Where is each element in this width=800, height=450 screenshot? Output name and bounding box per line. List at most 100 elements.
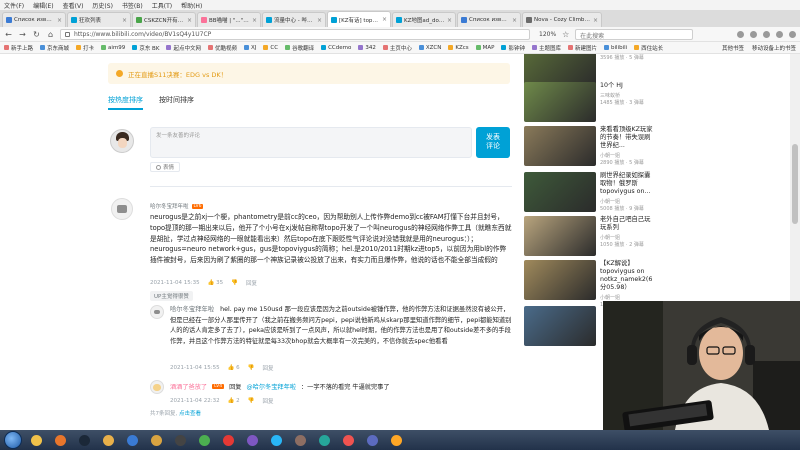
browser-tab[interactable]: CSKZCN开有他的共享 - Ks× bbox=[132, 12, 196, 27]
browser-tab[interactable]: BB喵喵 | "..."|>口 予积× bbox=[197, 12, 261, 27]
bookmark-item[interactable]: 342 bbox=[358, 45, 376, 51]
video-thumbnail[interactable] bbox=[524, 172, 596, 212]
recommend-card[interactable]: 刷世界纪录如探囊取物！俄罗斯topoviygus on... 小朝一姐 5008 播… bbox=[524, 172, 656, 214]
menu-tools[interactable]: 工具(T) bbox=[152, 1, 172, 10]
reply-button[interactable]: 回复 bbox=[263, 397, 274, 405]
video-thumbnail[interactable] bbox=[524, 126, 596, 166]
browser-tab[interactable]: KZ地图ad_downstairs开拓× bbox=[392, 12, 456, 27]
bookmark-item[interactable]: MAP bbox=[475, 45, 494, 51]
close-tab-icon[interactable]: × bbox=[122, 17, 127, 24]
browser-tab-active[interactable]: [KZ有话] topoviygus...× bbox=[327, 11, 391, 27]
close-tab-icon[interactable]: × bbox=[447, 17, 452, 24]
taskbar-item[interactable] bbox=[170, 432, 190, 448]
menu-bookmarks[interactable]: 书签(B) bbox=[122, 1, 143, 10]
bookmark-item[interactable]: 优酷视频 bbox=[207, 44, 237, 52]
taskbar-item[interactable] bbox=[146, 432, 166, 448]
search-input[interactable]: 在此搜索 bbox=[575, 28, 694, 40]
star-icon[interactable]: ☆ bbox=[561, 30, 570, 39]
taskbar-item[interactable] bbox=[122, 432, 142, 448]
bookmark-item[interactable]: 影钟钟 bbox=[501, 44, 525, 52]
close-tab-icon[interactable]: × bbox=[187, 17, 192, 24]
extension-icon[interactable] bbox=[763, 30, 770, 38]
taskbar-item[interactable] bbox=[98, 432, 118, 448]
bookmark-item[interactable]: CCdemo bbox=[321, 45, 351, 51]
recommend-title[interactable]: 刷世界纪录如探囊取物！俄罗斯topoviygus on... bbox=[600, 172, 656, 196]
reply-button[interactable]: 回复 bbox=[263, 364, 274, 372]
video-thumbnail[interactable] bbox=[524, 216, 596, 256]
comment-username[interactable]: 哈尔冬宝拜年啦 LV6 bbox=[150, 202, 204, 210]
recommend-title[interactable]: 老外自己吧自己玩玩系列 bbox=[600, 216, 656, 232]
bookmark-item[interactable]: 打卡 bbox=[76, 44, 94, 52]
bookmark-item[interactable]: 主页中心 bbox=[382, 44, 412, 52]
bookmark-item[interactable]: 京东商城 bbox=[40, 44, 69, 52]
live-banner[interactable]: 正在直播S11决赛：EDG vs DK！ bbox=[108, 63, 510, 84]
reply-avatar[interactable] bbox=[150, 305, 164, 319]
home-icon[interactable]: ⌂ bbox=[46, 30, 55, 39]
taskbar-item[interactable] bbox=[194, 432, 214, 448]
tab-sort-hot[interactable]: 按热度排序 bbox=[108, 95, 143, 110]
browser-tab[interactable]: Список известных мап× bbox=[2, 12, 66, 27]
forward-icon[interactable]: → bbox=[18, 30, 27, 39]
recommend-uploader[interactable]: 小朝一姐 bbox=[600, 234, 656, 241]
download-icon[interactable] bbox=[737, 30, 744, 38]
reply-avatar[interactable] bbox=[150, 380, 164, 394]
like-button[interactable]: 👍 2 bbox=[228, 398, 240, 404]
like-button[interactable]: 👍 35 bbox=[208, 280, 224, 286]
browser-tab[interactable]: Nova - Cozy Climbing × bbox=[522, 12, 602, 27]
bookmark-item[interactable]: 西住站长 bbox=[634, 44, 663, 52]
view-more-link[interactable]: 点击查看 bbox=[179, 411, 201, 417]
bookmark-item[interactable]: 京东 BK bbox=[132, 44, 159, 52]
browser-tab[interactable]: Список известных мап× bbox=[457, 12, 521, 27]
emoji-button[interactable]: 表情 bbox=[150, 162, 180, 172]
taskbar-item[interactable] bbox=[266, 432, 286, 448]
taskbar-item[interactable] bbox=[50, 432, 70, 448]
browser-tab[interactable]: 流量中心 - 哔哩哔哩弹幕视频网× bbox=[262, 12, 326, 27]
bookmark-item[interactable]: XZCN bbox=[418, 45, 441, 51]
other-bookmarks[interactable]: 其他书签 bbox=[722, 44, 744, 52]
dislike-icon[interactable]: 👎 bbox=[248, 398, 255, 404]
recommend-card[interactable]: 老外自己吧自己玩玩系列 小朝一姐 1050 播放 · 2 弹幕 bbox=[524, 216, 656, 258]
like-button[interactable]: 👍 6 bbox=[228, 365, 240, 371]
close-tab-icon[interactable]: × bbox=[252, 17, 257, 24]
close-tab-icon[interactable]: × bbox=[512, 17, 517, 24]
menu-file[interactable]: 文件(F) bbox=[4, 1, 24, 10]
commenter-avatar[interactable] bbox=[111, 198, 133, 220]
bookmark-item[interactable]: 起点中文网 bbox=[166, 44, 201, 52]
account-icon[interactable] bbox=[776, 30, 783, 38]
recommend-card[interactable]: 【KZ解说】topoviygus on notkz_namek2(6分05.98… bbox=[524, 260, 656, 308]
close-tab-icon[interactable]: × bbox=[317, 17, 322, 24]
reply-username[interactable]: 酒酒了爸放了 bbox=[170, 382, 207, 391]
video-thumbnail[interactable] bbox=[524, 306, 596, 346]
recommend-title[interactable]: 来看看顶级KZ玩家的节奏！带失误刷世界纪... bbox=[600, 126, 656, 150]
bookmark-item[interactable]: XJ bbox=[243, 45, 256, 51]
recommend-uploader[interactable]: 三味蚁桥 bbox=[600, 92, 656, 99]
bookmark-item[interactable]: KZcs bbox=[448, 45, 469, 51]
close-tab-icon[interactable]: × bbox=[57, 17, 62, 24]
bookmark-item[interactable]: aim99 bbox=[101, 45, 125, 51]
taskbar-item[interactable] bbox=[290, 432, 310, 448]
address-bar[interactable]: https://www.bilibili.com/video/BV1sQ4y1U… bbox=[60, 28, 530, 40]
menu-help[interactable]: 帮助(H) bbox=[181, 1, 202, 10]
recommend-title[interactable]: 【KZ解说】topoviygus on notkz_namek2(6分05.98… bbox=[600, 260, 656, 292]
recommend-uploader[interactable]: 小朝一姐 bbox=[600, 294, 656, 301]
taskbar-item[interactable] bbox=[314, 432, 334, 448]
back-icon[interactable]: ← bbox=[4, 30, 13, 39]
taskbar-item[interactable] bbox=[386, 432, 406, 448]
menu-icon[interactable] bbox=[789, 30, 796, 38]
browser-tab[interactable]: 狂欢列表 × bbox=[67, 12, 131, 27]
taskbar-item[interactable] bbox=[218, 432, 238, 448]
menu-view[interactable]: 查看(V) bbox=[63, 1, 84, 10]
tab-sort-time[interactable]: 按时间排序 bbox=[159, 95, 194, 110]
bookmark-item[interactable]: 新手上路 bbox=[4, 44, 33, 52]
bookmark-item[interactable]: 谷歌翻译 bbox=[285, 44, 314, 52]
recommend-title[interactable]: 10个 HJ bbox=[600, 82, 656, 90]
menu-edit[interactable]: 编辑(E) bbox=[33, 1, 53, 10]
library-icon[interactable] bbox=[750, 30, 757, 38]
comment-input[interactable]: 发一条友善的评论 bbox=[150, 127, 472, 158]
bookmark-item[interactable]: bilibili bbox=[604, 45, 627, 51]
menu-history[interactable]: 历史(S) bbox=[92, 1, 113, 10]
bookmark-item[interactable]: CC bbox=[263, 45, 278, 51]
recommend-uploader[interactable]: 小朝一姐 bbox=[600, 198, 656, 205]
recommend-card[interactable]: 来看看顶级KZ玩家的节奏！带失误刷世界纪... 小朝一姐 2890 播放 · 5 弹… bbox=[524, 126, 656, 168]
dislike-icon[interactable]: 👎 bbox=[231, 280, 238, 286]
